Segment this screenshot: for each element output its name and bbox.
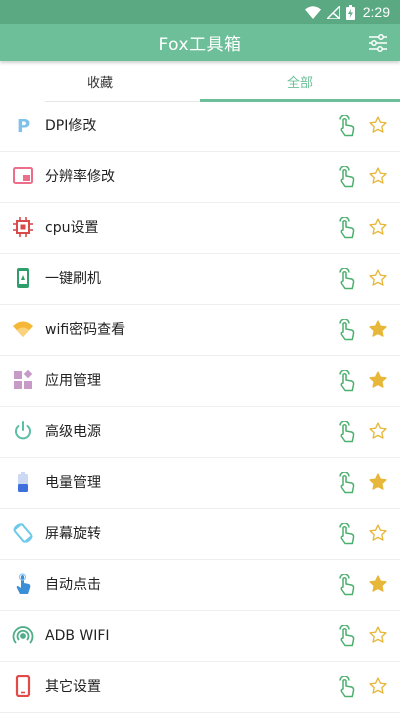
item-label: 一键刷机	[45, 271, 101, 287]
list-item[interactable]: P DPI修改	[0, 101, 400, 152]
list-item[interactable]: 自动点击	[0, 560, 400, 611]
item-label: ADB WIFI	[45, 628, 110, 644]
touch-icon[interactable]	[337, 318, 357, 341]
touch-icon[interactable]	[337, 471, 357, 494]
item-label: 电量管理	[45, 475, 101, 491]
item-label: 自动点击	[45, 577, 101, 593]
chip-icon	[12, 216, 34, 238]
touch-icon[interactable]	[337, 267, 357, 290]
star-outline-icon[interactable]	[368, 676, 388, 696]
star-outline-icon[interactable]	[368, 523, 388, 543]
tap-hand-icon	[12, 573, 34, 595]
svg-text:P: P	[17, 116, 30, 136]
cell-signal-icon	[326, 5, 340, 19]
list-item[interactable]: wifi密码查看	[0, 305, 400, 356]
star-outline-icon[interactable]	[368, 268, 388, 288]
tab-all[interactable]: 全部	[200, 61, 400, 102]
touch-icon[interactable]	[337, 420, 357, 443]
wifi-icon	[12, 318, 34, 340]
item-label: 分辨率修改	[45, 169, 115, 185]
power-icon	[12, 420, 34, 442]
tool-list: P DPI修改 分辨率修改 cpu设置 一键刷机 wifi密码查看 应用管理 高…	[0, 101, 400, 713]
letter-p-icon: P	[12, 114, 34, 136]
sliders-icon[interactable]	[366, 31, 390, 55]
list-item[interactable]: 其它设置	[0, 662, 400, 713]
item-label: 其它设置	[45, 679, 101, 695]
list-item[interactable]: 应用管理	[0, 356, 400, 407]
touch-icon[interactable]	[337, 165, 357, 188]
phone-android-icon	[12, 267, 34, 289]
clock: 2:29	[362, 4, 390, 20]
wifi-signal-icon	[304, 5, 321, 19]
star-filled-icon[interactable]	[368, 574, 388, 594]
tab-favorites[interactable]: 收藏	[0, 61, 200, 101]
touch-icon[interactable]	[337, 216, 357, 239]
star-outline-icon[interactable]	[368, 166, 388, 186]
star-filled-icon[interactable]	[368, 472, 388, 492]
apps-grid-icon	[12, 369, 34, 391]
adb-wifi-icon	[12, 624, 34, 646]
star-outline-icon[interactable]	[368, 625, 388, 645]
list-item[interactable]: 高级电源	[0, 407, 400, 458]
item-label: cpu设置	[45, 220, 99, 236]
item-label: DPI修改	[45, 118, 97, 134]
touch-icon[interactable]	[337, 522, 357, 545]
list-item[interactable]: ADB WIFI	[0, 611, 400, 662]
list-item[interactable]: 屏幕旋转	[0, 509, 400, 560]
window-icon	[12, 165, 34, 187]
list-item[interactable]: cpu设置	[0, 203, 400, 254]
item-label: 屏幕旋转	[45, 526, 101, 542]
list-item[interactable]: 电量管理	[0, 458, 400, 509]
star-outline-icon[interactable]	[368, 421, 388, 441]
touch-icon[interactable]	[337, 624, 357, 647]
screen-rotate-icon	[12, 522, 34, 544]
item-label: 高级电源	[45, 424, 101, 440]
touch-icon[interactable]	[337, 369, 357, 392]
tab-bar: 收藏 全部	[0, 61, 400, 102]
battery-icon	[12, 471, 34, 493]
list-item[interactable]: 分辨率修改	[0, 152, 400, 203]
star-outline-icon[interactable]	[368, 115, 388, 135]
status-bar: 2:29	[0, 0, 400, 24]
touch-icon[interactable]	[337, 114, 357, 137]
star-outline-icon[interactable]	[368, 217, 388, 237]
touch-icon[interactable]	[337, 573, 357, 596]
item-label: 应用管理	[45, 373, 101, 389]
star-filled-icon[interactable]	[368, 319, 388, 339]
star-filled-icon[interactable]	[368, 370, 388, 390]
list-item[interactable]: 一键刷机	[0, 254, 400, 305]
item-label: wifi密码查看	[45, 322, 126, 338]
phone-outline-icon	[12, 675, 34, 697]
app-title: Fox工具箱	[158, 35, 242, 55]
battery-charging-icon	[345, 4, 355, 20]
touch-icon[interactable]	[337, 675, 357, 698]
app-bar: Fox工具箱	[0, 24, 400, 61]
